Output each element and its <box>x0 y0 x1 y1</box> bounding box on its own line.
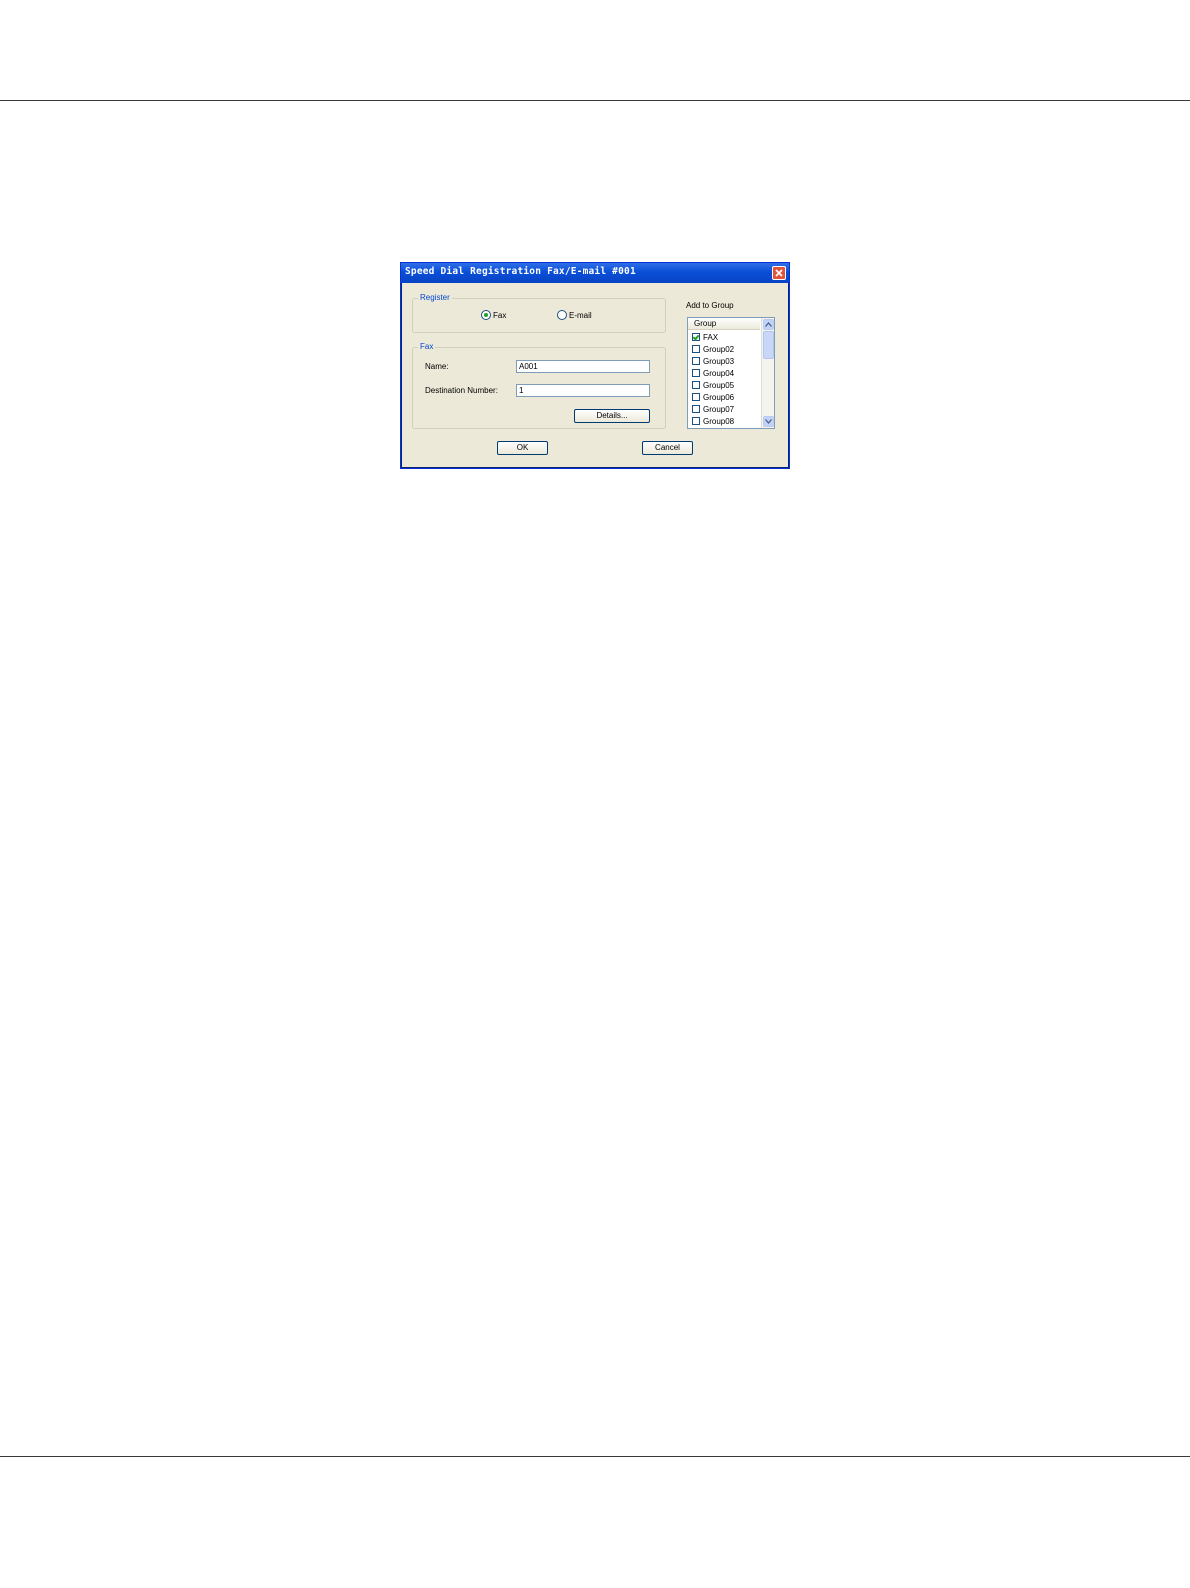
group-listview[interactable]: Group FAX Group02 Group03 Group04 Group0… <box>687 317 775 429</box>
group-list-item[interactable]: Group04 <box>692 367 734 379</box>
page-top-rule <box>0 100 1190 101</box>
group-item-label: Group03 <box>703 356 735 366</box>
fax-legend: Fax <box>418 342 436 351</box>
page-bottom-rule <box>0 1456 1190 1457</box>
group-item-label: Group05 <box>703 380 735 390</box>
fax-groupbox: Fax Name: A001 Destination Number: 1 Det… <box>412 342 666 429</box>
register-email-radio[interactable]: E-mail <box>557 310 592 320</box>
speed-dial-dialog: Speed Dial Registration Fax/E-mail #001 … <box>400 262 790 469</box>
destination-number-input[interactable]: 1 <box>516 384 650 397</box>
details-button[interactable]: Details... <box>574 409 650 423</box>
name-label: Name: <box>425 362 449 371</box>
group-checkbox[interactable] <box>692 369 700 377</box>
destination-number-label: Destination Number: <box>425 386 498 395</box>
group-list-item[interactable]: Group08 <box>692 415 734 427</box>
group-item-label: Group07 <box>703 404 735 414</box>
group-list-item[interactable]: Group05 <box>692 379 734 391</box>
group-checkbox[interactable] <box>692 333 700 341</box>
group-checkbox[interactable] <box>692 393 700 401</box>
add-to-group-label: Add to Group <box>686 301 734 310</box>
register-legend: Register <box>418 293 452 302</box>
radio-indicator[interactable] <box>557 310 567 320</box>
group-list-item[interactable]: Group06 <box>692 391 734 403</box>
group-item-label: Group02 <box>703 344 735 354</box>
radio-label: E-mail <box>569 310 592 320</box>
group-checkbox[interactable] <box>692 357 700 365</box>
group-checkbox[interactable] <box>692 381 700 389</box>
group-checkbox[interactable] <box>692 345 700 353</box>
register-fax-radio[interactable]: Fax <box>481 310 506 320</box>
name-input[interactable]: A001 <box>516 360 650 373</box>
group-list-item[interactable]: Group03 <box>692 355 734 367</box>
group-item-label: Group08 <box>703 416 735 426</box>
group-list-item[interactable]: Group02 <box>692 343 734 355</box>
close-button[interactable] <box>772 266 786 280</box>
scroll-up-button[interactable] <box>763 319 774 330</box>
group-item-label: Group06 <box>703 392 735 402</box>
ok-button[interactable]: OK <box>497 441 548 455</box>
group-item-label: Group04 <box>703 368 735 378</box>
group-item-label: FAX <box>703 332 719 342</box>
window-title: Speed Dial Registration Fax/E-mail #001 <box>405 266 636 277</box>
cancel-button[interactable]: Cancel <box>642 441 693 455</box>
register-groupbox: Register Fax E-mail <box>412 293 666 333</box>
group-list-item[interactable]: Group07 <box>692 403 734 415</box>
group-column-header[interactable]: Group <box>688 318 760 330</box>
scroll-thumb[interactable] <box>763 331 774 359</box>
group-list-item[interactable]: FAX <box>692 331 718 343</box>
group-list-scrollbar[interactable] <box>761 318 774 428</box>
radio-label: Fax <box>493 310 507 320</box>
group-checkbox[interactable] <box>692 405 700 413</box>
scroll-down-button[interactable] <box>763 416 774 427</box>
title-bar[interactable]: Speed Dial Registration Fax/E-mail #001 <box>401 263 789 283</box>
group-checkbox[interactable] <box>692 417 700 425</box>
radio-indicator[interactable] <box>481 310 491 320</box>
